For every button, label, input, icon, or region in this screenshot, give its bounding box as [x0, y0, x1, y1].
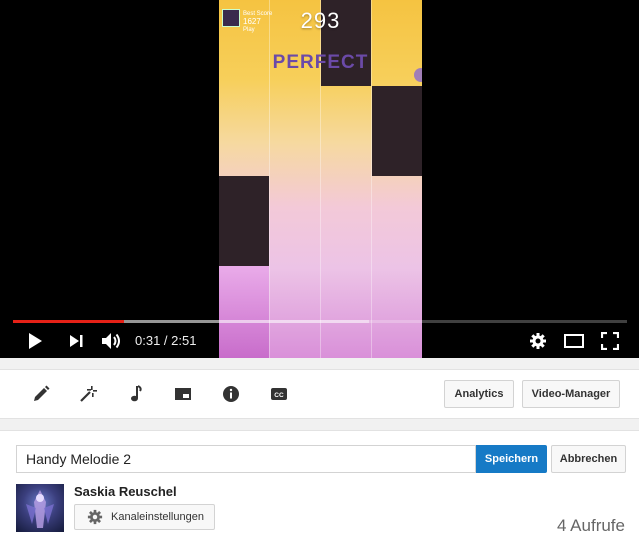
fullscreen-icon [601, 332, 619, 350]
audio-tool-button[interactable] [125, 383, 147, 405]
magic-wand-icon [80, 386, 97, 402]
game-score: 293 [300, 8, 341, 33]
video-info: Handy Melodie 2 Speichern Abbrechen Sask… [0, 430, 639, 539]
play-button[interactable] [24, 330, 46, 352]
subtitles-tool-button[interactable]: CC [268, 383, 290, 405]
end-screen-icon [175, 388, 191, 400]
theater-mode-button[interactable] [563, 330, 585, 352]
cancel-button[interactable]: Abbrechen [551, 445, 626, 473]
view-count: 4 Aufrufe [556, 516, 625, 535]
piano-tile-tapped [219, 266, 269, 358]
avatar[interactable] [16, 484, 64, 532]
progress-played [13, 320, 124, 323]
fullscreen-button[interactable] [599, 330, 621, 352]
gear-icon [87, 509, 103, 525]
title-input[interactable]: Handy Melodie 2 [16, 445, 476, 473]
video-manager-button[interactable]: Video-Manager [522, 380, 620, 408]
save-button[interactable]: Speichern [476, 445, 547, 473]
gear-icon [530, 333, 546, 349]
music-note-icon [131, 385, 142, 402]
analytics-button[interactable]: Analytics [444, 380, 514, 408]
piano-tile [219, 176, 269, 266]
svg-text:CC: CC [274, 392, 284, 399]
video-frame: Best Score 1627 Play 293 PERFECT [219, 0, 422, 358]
channel-name[interactable]: Saskia Reuschel [74, 484, 177, 499]
theater-icon [564, 334, 584, 348]
cc-icon: CC [271, 388, 287, 400]
piano-tile [372, 86, 422, 176]
info-icon [223, 386, 239, 402]
edit-icon [34, 385, 50, 401]
volume-button[interactable] [100, 330, 124, 352]
channel-settings-button[interactable]: Kanaleinstellungen [74, 504, 215, 530]
volume-icon [102, 333, 120, 349]
game-feedback: PERFECT [272, 52, 369, 73]
play-icon [29, 333, 42, 349]
edit-toolbar: CC Analytics Video-Manager [0, 369, 639, 419]
enhancements-tool-button[interactable] [77, 383, 99, 405]
end-screen-tool-button[interactable] [172, 383, 194, 405]
video-player[interactable]: Best Score 1627 Play 293 PERFECT 0:31 / … [0, 0, 639, 358]
edit-tool-button[interactable] [30, 383, 52, 405]
next-icon [70, 335, 83, 347]
info-tool-button[interactable] [220, 383, 242, 405]
settings-button[interactable] [527, 330, 549, 352]
bubble-icon [414, 68, 422, 82]
avatar-image-icon [26, 490, 54, 528]
channel-settings-label: Kanaleinstellungen [111, 511, 204, 523]
time-display: 0:31 / 2:51 [135, 333, 197, 348]
next-button[interactable] [65, 330, 87, 352]
